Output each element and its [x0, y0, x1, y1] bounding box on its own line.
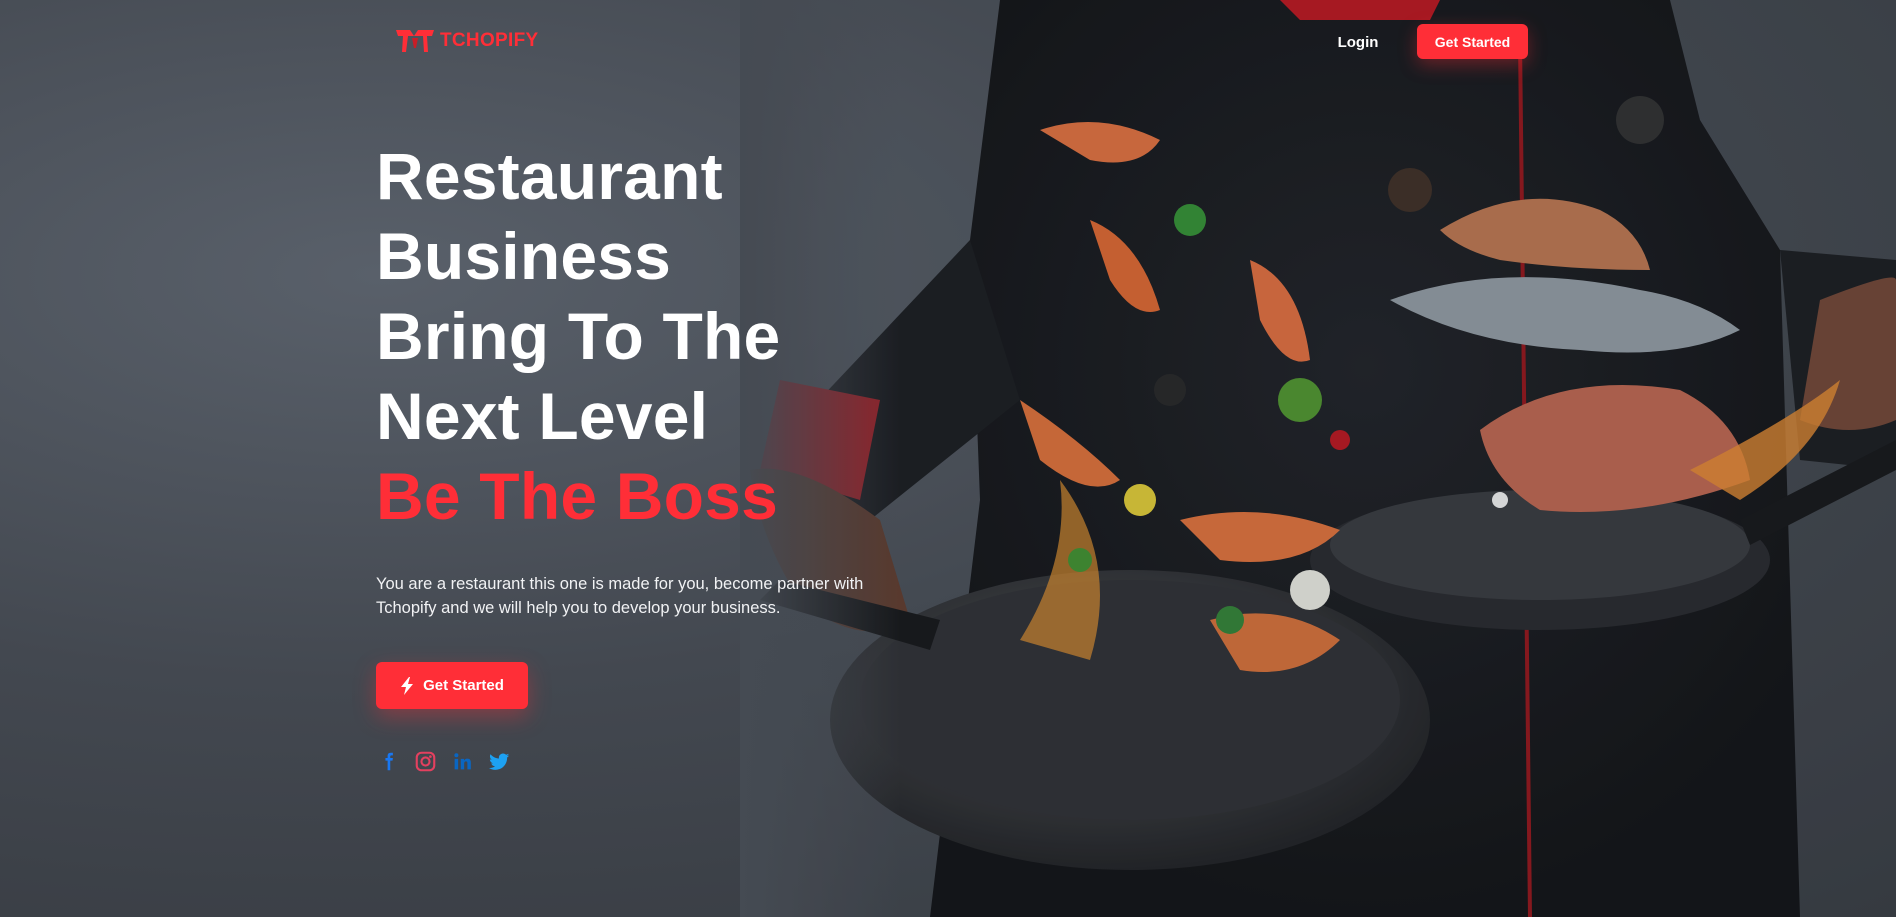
social-links: [378, 751, 510, 772]
facebook-icon: [385, 752, 393, 771]
hero-section: TCHOPIFY Login Get Started Restaurant Bu…: [0, 0, 1896, 917]
twitter-icon: [489, 753, 510, 770]
instagram-link[interactable]: [415, 751, 436, 772]
hero-get-started-button[interactable]: Get Started: [376, 662, 528, 709]
login-button[interactable]: Login: [1330, 24, 1386, 60]
brand-name: TCHOPIFY: [440, 30, 539, 51]
linkedin-link[interactable]: [452, 751, 473, 772]
twitter-link[interactable]: [489, 751, 510, 772]
headline-line: Bring To The: [376, 299, 781, 373]
headline-line: Business: [376, 219, 672, 293]
lightning-bolt-icon: [401, 676, 414, 695]
linkedin-icon: [454, 753, 471, 770]
tchopify-logo-icon: [396, 30, 434, 52]
headline-accent: Be The Boss: [376, 459, 778, 533]
header-get-started-button[interactable]: Get Started: [1417, 24, 1528, 59]
headline-line: Restaurant: [376, 139, 723, 213]
hero-headline: Restaurant Business Bring To The Next Le…: [376, 136, 780, 536]
hero-description: You are a restaurant this one is made fo…: [376, 575, 864, 617]
facebook-link[interactable]: [378, 751, 399, 772]
hero-cta-label: Get Started: [423, 677, 504, 694]
hero-background-image: [740, 0, 1896, 917]
headline-line: Next Level: [376, 379, 709, 453]
instagram-icon: [415, 751, 436, 772]
brand-logo[interactable]: TCHOPIFY: [394, 26, 538, 56]
